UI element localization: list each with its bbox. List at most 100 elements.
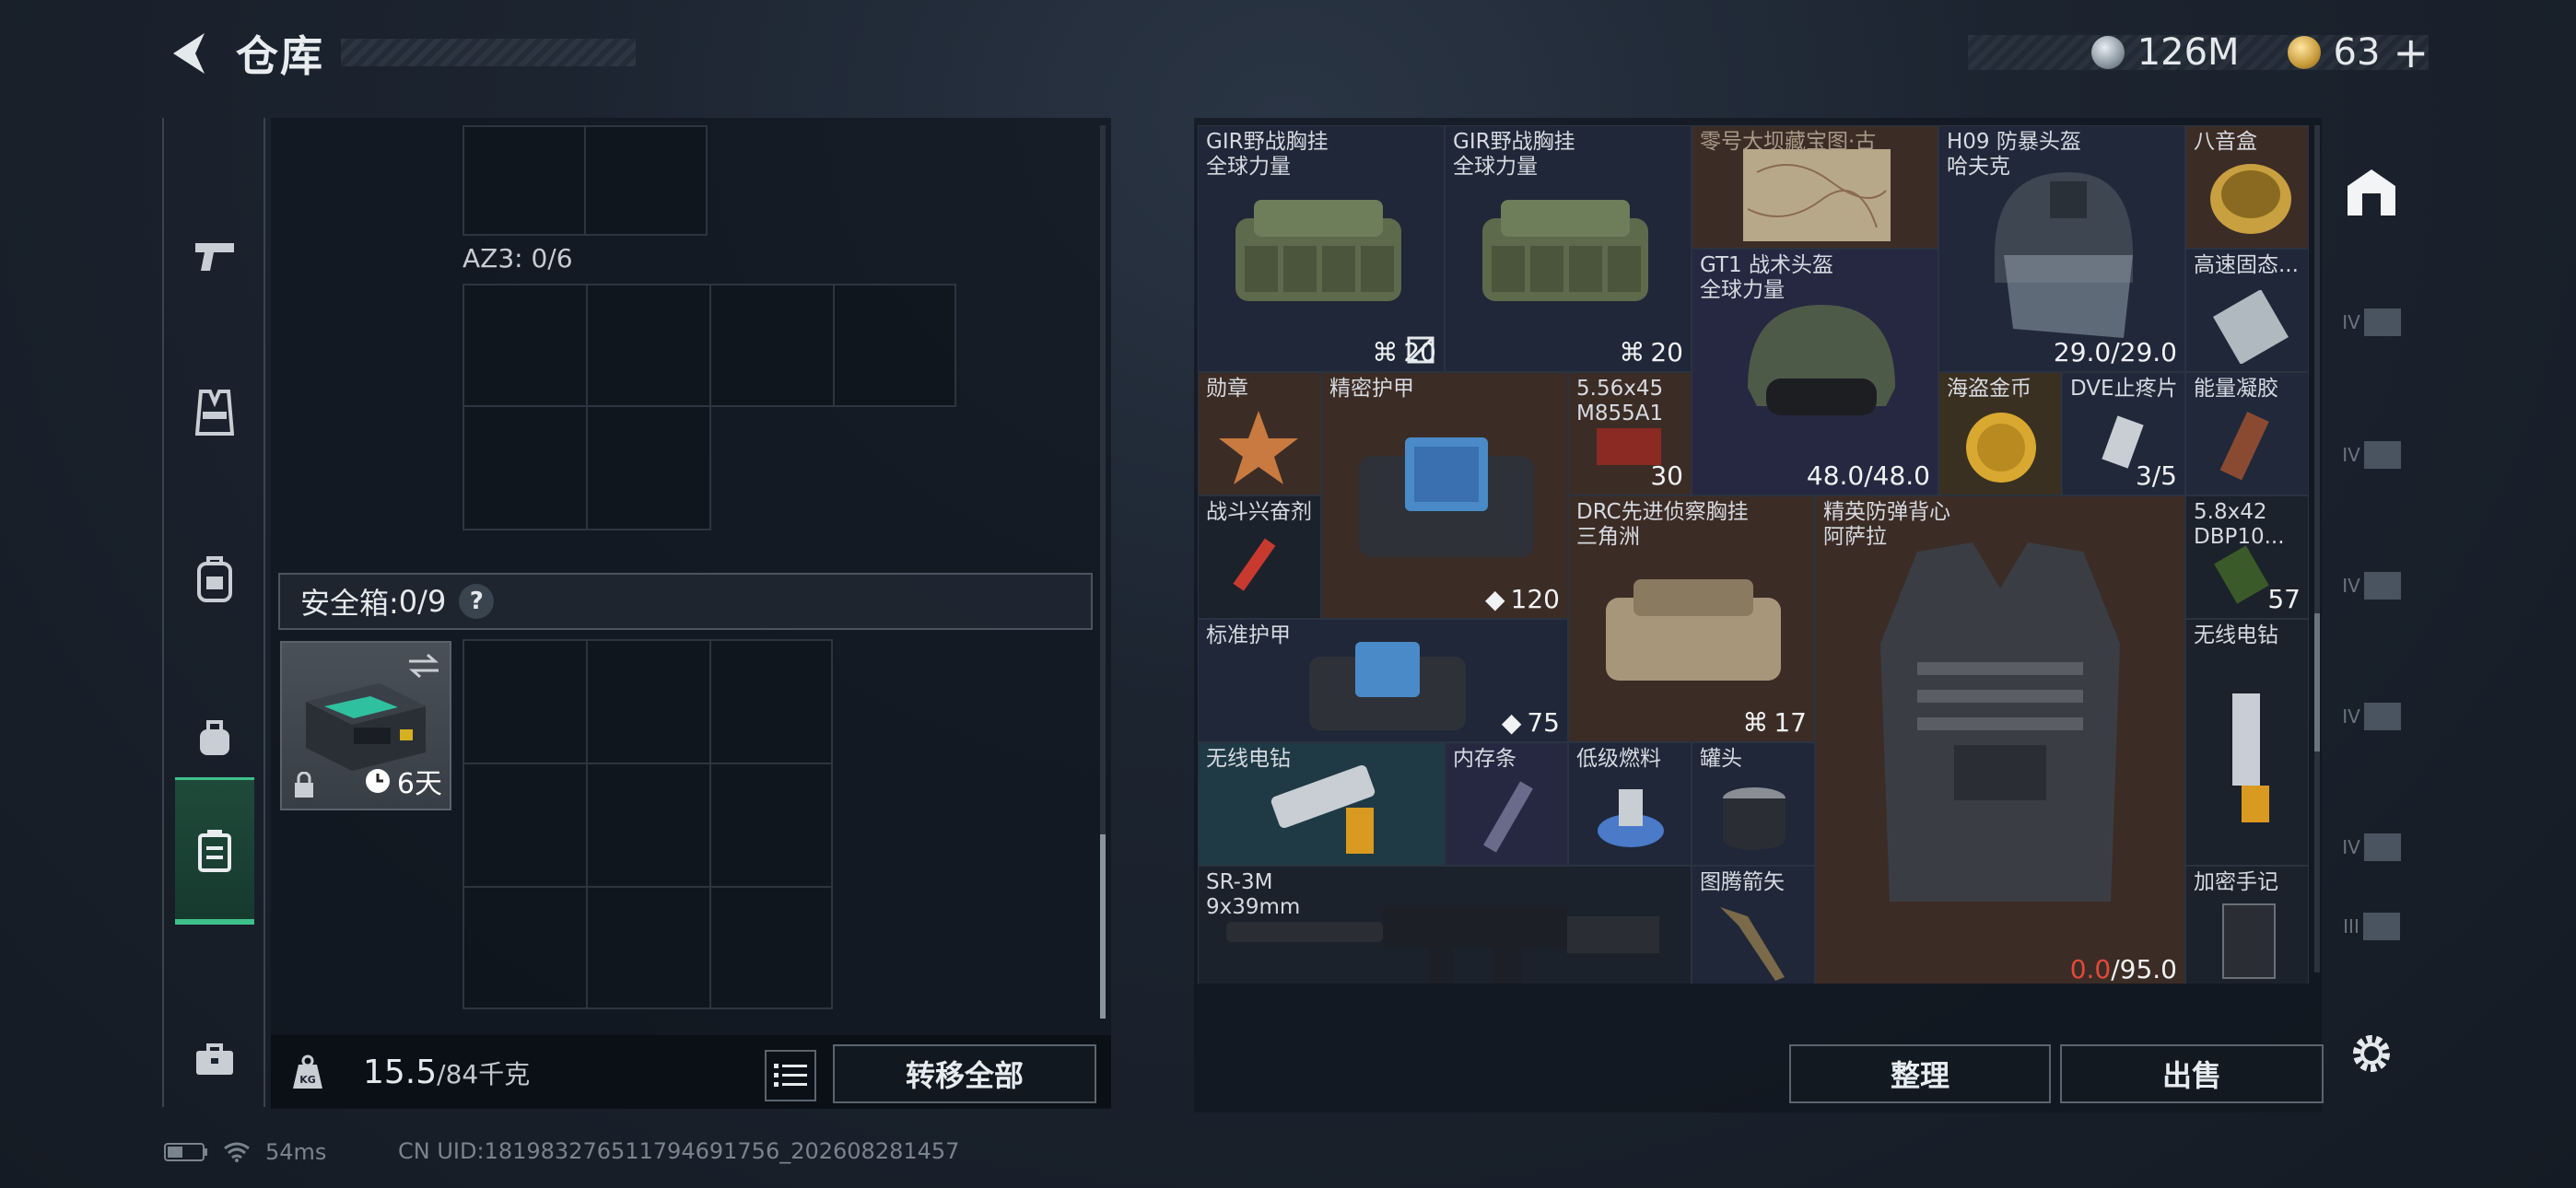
item-drill-2[interactable]: 无线电钻 [2185, 619, 2309, 866]
safe-box-item[interactable]: 6天 [280, 641, 451, 810]
item-armor-value: ◆ 75 [1501, 707, 1560, 738]
item-gt1-helmet[interactable]: GT1 战术头盔 全球力量 48.0/48.0 [1692, 249, 1938, 495]
item-drc-rig[interactable]: DRC先进侦察胸挂 三角洲 ⌘ 17 [1568, 495, 1815, 742]
stash-tab-main[interactable] [2331, 136, 2412, 247]
stash-tab-5[interactable]: IV [2331, 792, 2412, 903]
list-view-button[interactable] [765, 1050, 816, 1101]
item-h09-helmet[interactable]: H09 防暴头盔 哈夫克 29.0/29.0 [1938, 125, 2185, 372]
item-pirate-coin[interactable]: 海盗金币 [1938, 372, 2062, 495]
weight-icon: KG [271, 1035, 345, 1109]
music-box-image [2210, 164, 2291, 234]
item-standard-armor[interactable]: 标准护甲 ◆ 75 [1198, 619, 1568, 742]
stash-tab-icon [2362, 913, 2400, 940]
tier-label: IV [2342, 444, 2360, 466]
stash-tab-icon [2363, 309, 2401, 336]
stash-tab-4[interactable]: IV [2331, 661, 2412, 772]
grid-slot[interactable] [463, 639, 588, 764]
nav-briefcase[interactable] [175, 985, 254, 1133]
grid-slot[interactable] [463, 763, 588, 888]
wifi-icon [224, 1142, 250, 1162]
stash-tab-icon [2363, 703, 2401, 730]
item-stimulant[interactable]: 战斗兴奋剂 [1198, 495, 1321, 619]
stash-tab-6[interactable]: III [2331, 899, 2412, 954]
grid-slot[interactable] [709, 284, 835, 407]
item-encrypted-notebook[interactable]: 加密手记 [2185, 866, 2309, 984]
nav-safe-box[interactable] [175, 777, 254, 925]
item-canned-food[interactable]: 罐头 [1692, 742, 1815, 866]
item-label: 标准护甲 [1206, 623, 1291, 647]
grid-slot[interactable] [586, 405, 711, 530]
item-energy-gel[interactable]: 能量凝胶 [2185, 372, 2309, 495]
help-button[interactable]: ? [459, 584, 495, 619]
grid-slot[interactable] [709, 763, 833, 888]
scrollbar-thumb[interactable] [2314, 613, 2320, 751]
item-ram[interactable]: 内存条 [1445, 742, 1568, 866]
item-treasure-map[interactable]: 零号大坝藏宝图·古 [1692, 125, 1938, 249]
grid-slot[interactable] [463, 405, 588, 530]
stash-tab-1[interactable]: IV [2331, 267, 2412, 378]
grid-slot[interactable] [709, 639, 833, 764]
item-label: 八音盒 [2194, 130, 2257, 154]
item-ssd[interactable]: 高速固态... [2185, 249, 2309, 372]
stash-tab-icon [2363, 441, 2401, 469]
sell-button[interactable]: 出售 [2060, 1044, 2324, 1103]
chest-rig-image [1606, 579, 1781, 681]
medal-image [1219, 411, 1298, 484]
stash-tab-2[interactable]: IV [2331, 400, 2412, 510]
item-dve-painkiller[interactable]: DVE止疼片 3/5 [2062, 372, 2185, 495]
az3-capacity-label: AZ3: 0/6 [463, 243, 573, 274]
weight-current: 15.5 [363, 1053, 438, 1091]
item-count: 30 [1650, 460, 1683, 491]
grid-slot[interactable] [709, 886, 833, 1009]
item-gir-rig-2[interactable]: GIR野战胸挂 全球力量 ⌘ 20 [1445, 125, 1692, 372]
item-label: 无线电钻 [1206, 747, 1291, 771]
item-totem-arrow[interactable]: 图腾箭矢 [1692, 866, 1815, 984]
grid-slot[interactable] [586, 284, 711, 407]
item-ammo-556[interactable]: 5.56x45 M855A1 30 [1568, 372, 1692, 495]
nav-backpack[interactable] [175, 505, 254, 652]
grid-slot[interactable] [833, 284, 956, 407]
grid-slot[interactable] [463, 886, 588, 1009]
uid-text: CN UID:1819832765117946917​56_2026082814… [398, 1138, 960, 1164]
item-precision-armor[interactable]: 精密护甲 ◆ 120 [1321, 372, 1568, 619]
battery-icon [164, 1143, 207, 1161]
container-scrollbar[interactable] [1100, 125, 1106, 1019]
chest-rig-image [1235, 200, 1401, 301]
organize-button[interactable]: 整理 [1789, 1044, 2051, 1103]
safe-box-icon [198, 829, 231, 872]
stash-tab-icon [2363, 833, 2401, 861]
shield-icon: ◆ [1501, 707, 1522, 738]
item-low-fuel[interactable]: 低级燃料 [1568, 742, 1692, 866]
nav-weapons[interactable] [175, 182, 254, 330]
grid-slot[interactable] [584, 125, 708, 236]
map-image [1743, 149, 1891, 241]
page-title: 仓库 [236, 31, 324, 81]
grid-slot[interactable] [586, 763, 711, 888]
stash-grid: GIR野战胸挂 全球力量 ⌘20 GIR野战胸挂 全球力量 ⌘20 零号大坝藏宝… [1198, 125, 2309, 984]
grid-slot[interactable] [586, 886, 711, 1009]
grid-slot[interactable] [463, 284, 588, 407]
grid-slot[interactable] [463, 125, 586, 236]
add-gold-button[interactable]: + [2393, 28, 2429, 77]
nav-chest-rig[interactable] [175, 339, 254, 486]
item-count: 57 [2267, 584, 2301, 614]
safe-box-label: 安全箱: [300, 586, 399, 621]
scrollbar-thumb[interactable] [1100, 834, 1106, 1019]
back-button[interactable] [166, 28, 210, 79]
item-durability: 0.0/95.0 [2069, 954, 2177, 984]
item-medal[interactable]: 勋章 [1198, 372, 1321, 495]
item-ammo-58[interactable]: 5.8x42 DBP10... 57 [2185, 495, 2309, 619]
grid-slot[interactable] [586, 639, 711, 764]
item-sr3m-rifle[interactable]: SR-3M 9x39mm [1198, 866, 1692, 984]
item-music-box[interactable]: 八音盒 [2185, 125, 2309, 249]
stash-tab-3[interactable]: IV [2331, 530, 2412, 641]
drill-image [2232, 693, 2269, 822]
transfer-all-button[interactable]: 转移全部 [833, 1044, 1096, 1103]
ping-text: 54ms [265, 1139, 327, 1165]
item-elite-vest[interactable]: 精英防弹背心 阿萨拉 0.0/95.0 [1815, 495, 2185, 984]
item-drill[interactable]: 无线电钻 [1198, 742, 1445, 866]
stash-scrollbar[interactable] [2314, 125, 2320, 973]
settings-button[interactable] [2340, 1022, 2403, 1085]
tier-label: III [2343, 915, 2359, 938]
gear-icon [2353, 1035, 2390, 1072]
